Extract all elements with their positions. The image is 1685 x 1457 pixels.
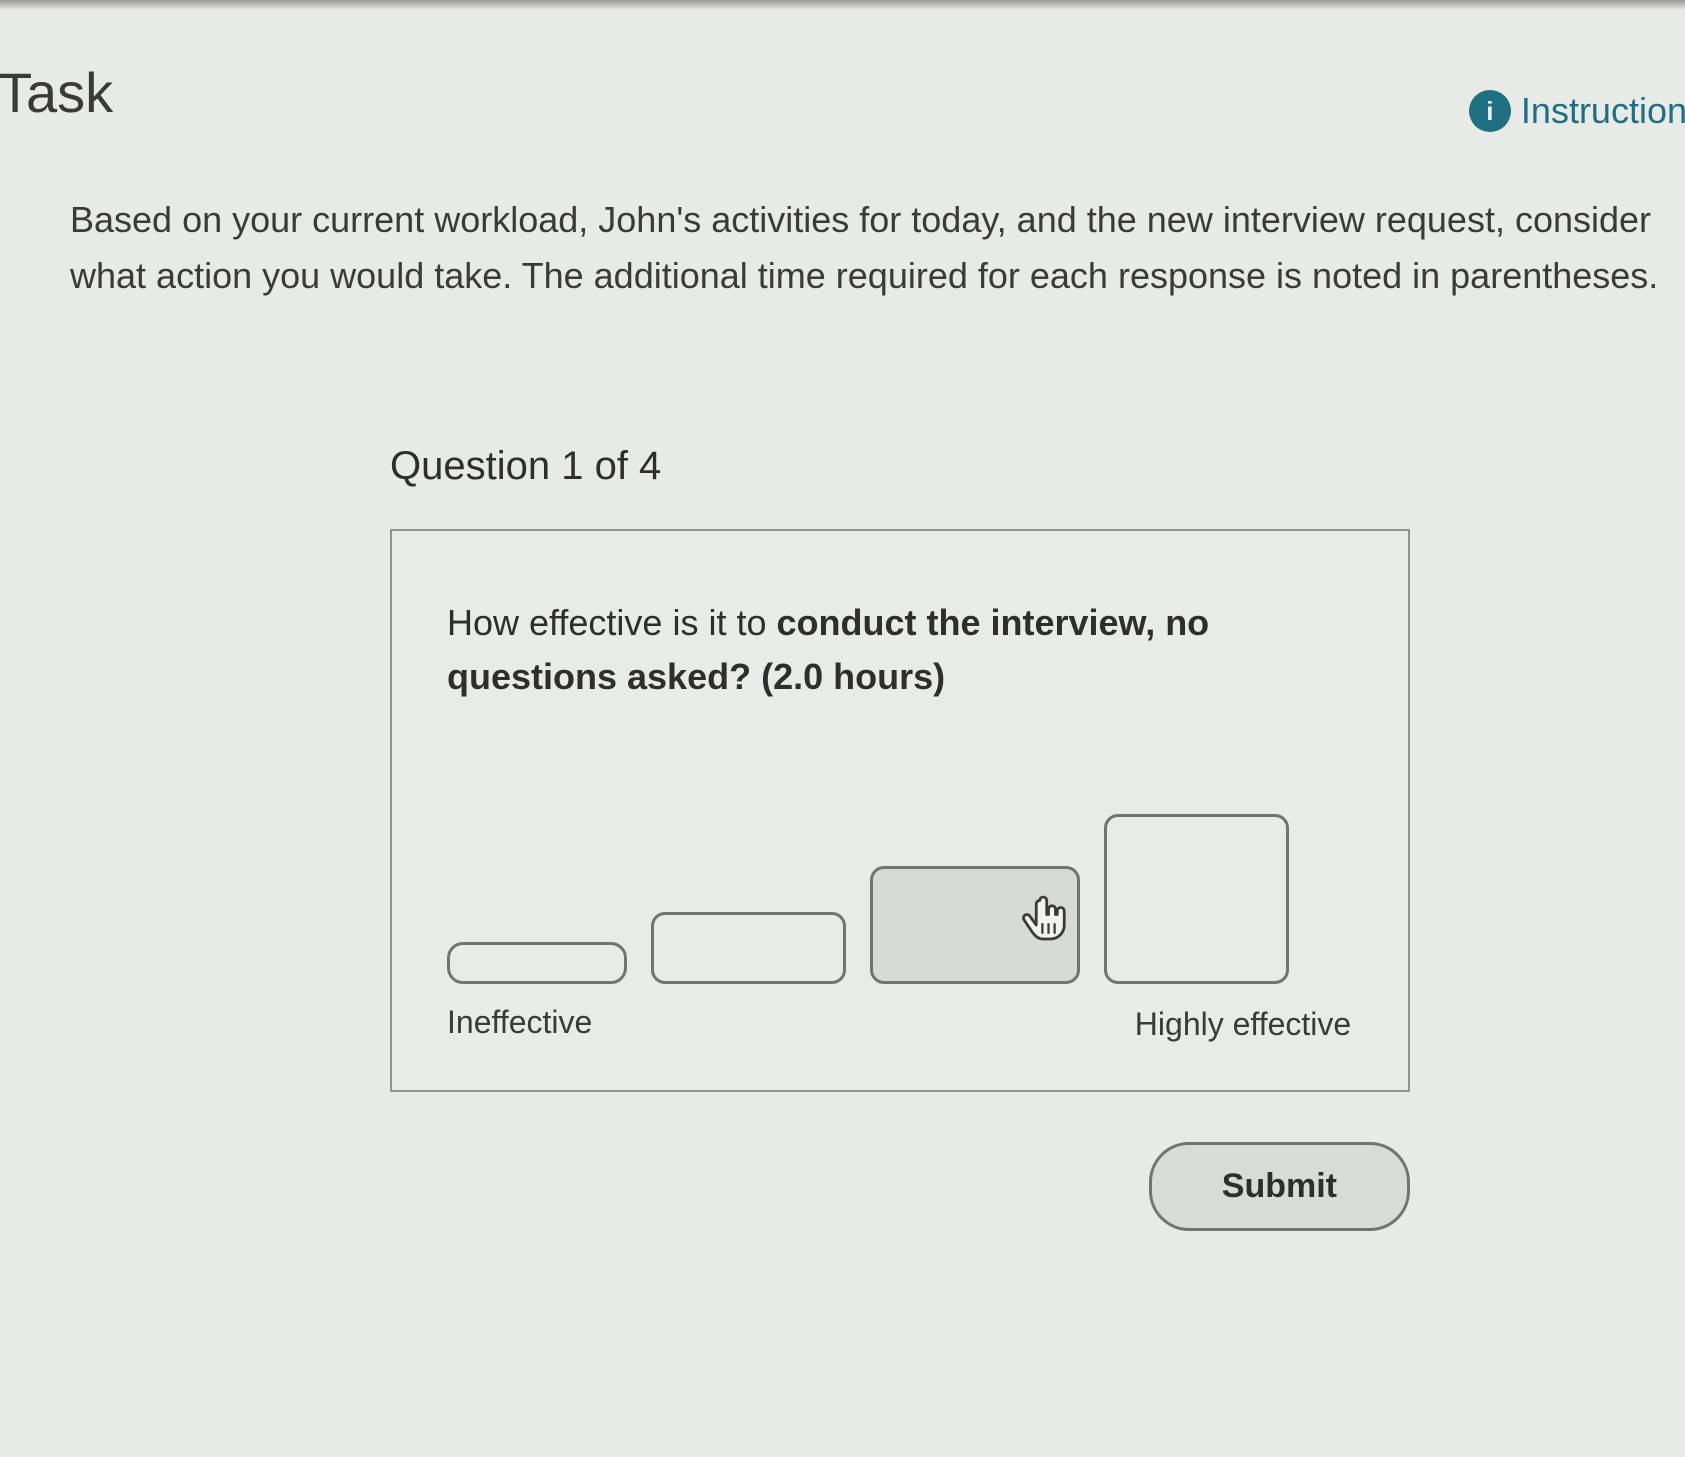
scale-labels: Ineffective Highly effective [447, 1004, 1353, 1046]
scale-option-1[interactable] [447, 942, 627, 984]
question-card: How effective is it to conduct the inter… [390, 529, 1410, 1093]
question-paren: (2.0 hours) [751, 656, 945, 697]
top-divider [0, 0, 1685, 10]
scale-option-2[interactable] [651, 912, 846, 984]
intro-text: Based on your current workload, John's a… [70, 192, 1660, 304]
effectiveness-scale [447, 814, 1353, 984]
scale-label-high: Highly effective [1133, 1004, 1353, 1046]
scale-label-low: Ineffective [447, 1004, 697, 1046]
instructions-label: Instruction [1521, 90, 1685, 132]
scale-option-3[interactable] [870, 866, 1080, 984]
question-lead: How effective is it to [447, 602, 776, 643]
question-counter: Question 1 of 4 [390, 444, 1410, 489]
submit-button[interactable]: Submit [1149, 1142, 1410, 1231]
submit-row: Submit [390, 1142, 1410, 1231]
page-title: Task [0, 60, 113, 125]
header-row: Task i Instruction [0, 10, 1685, 132]
scale-option-4[interactable] [1104, 814, 1289, 984]
question-section: Question 1 of 4 How effective is it to c… [390, 444, 1410, 1232]
page: Task i Instruction Based on your current… [0, 10, 1685, 1231]
info-icon: i [1469, 90, 1511, 132]
instructions-link[interactable]: i Instruction [1469, 90, 1685, 132]
question-text: How effective is it to conduct the inter… [447, 596, 1353, 704]
